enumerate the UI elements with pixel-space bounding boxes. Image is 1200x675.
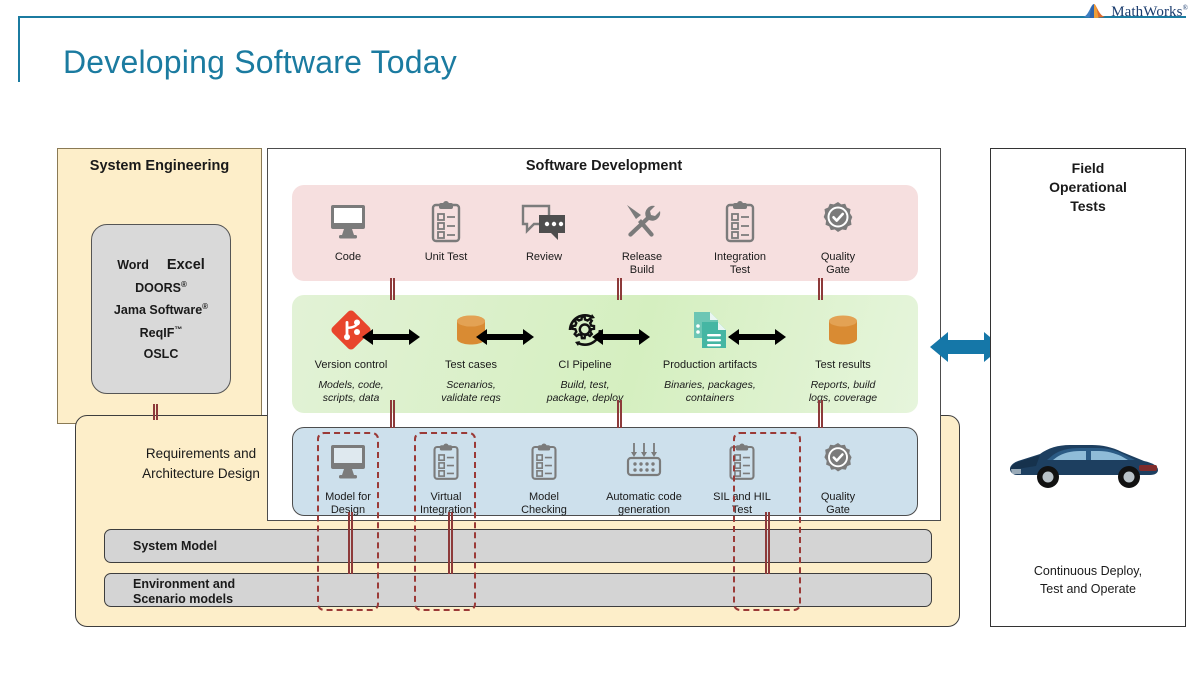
cell-sublabel: Binaries, packages, containers xyxy=(664,379,756,404)
highlight-virtual-integration xyxy=(414,432,476,611)
environment-scenario-bar: Environment and Scenario models xyxy=(104,573,932,607)
logo-trademark: ® xyxy=(1182,3,1188,12)
tool-doors: DOORS® xyxy=(135,280,187,296)
environment-scenario-label: Environment and Scenario models xyxy=(133,577,236,606)
clipboard-checklist-icon xyxy=(429,197,463,247)
field-operational-tests-footer: Continuous Deploy, Test and Operate xyxy=(1033,564,1143,596)
cell-label: Integration Test xyxy=(714,251,766,276)
cell-sublabel: Models, code, scripts, data xyxy=(318,379,384,404)
system-engineering-panel: System Engineering Word Excel DOORS® Jam… xyxy=(57,148,262,424)
mathworks-membrane-icon xyxy=(1082,2,1106,22)
system-model-label: System Model xyxy=(133,538,218,553)
cell-release-build: Release Build xyxy=(592,197,692,277)
slide: MathWorks® Developing Software Today Sys… xyxy=(0,0,1200,675)
cell-version-control: Version control Models, code, scripts, da… xyxy=(292,305,410,404)
cell-test-results: Test results Reports, build logs, coverag… xyxy=(784,305,902,404)
cell-automatic-code-generation: Automatic code generation xyxy=(586,437,702,517)
arrow-version-to-testcases xyxy=(362,327,420,347)
arrow-ci-to-artifacts xyxy=(592,327,650,347)
software-development-title: Software Development xyxy=(525,158,683,174)
speech-bubbles-icon xyxy=(521,197,567,247)
mathworks-logo: MathWorks® xyxy=(1082,2,1188,22)
cell-label: Test results xyxy=(815,359,871,371)
tool-jama: Jama Software® xyxy=(113,302,209,318)
frame-top-rule xyxy=(18,16,1186,18)
cell-label: Test cases xyxy=(445,359,497,371)
cell-quality-gate-pink: Quality Gate xyxy=(788,197,888,277)
cell-label: Unit Test xyxy=(424,251,468,263)
cell-model-checking: Model Checking xyxy=(494,437,594,517)
quality-seal-icon xyxy=(818,197,858,247)
connector-green-blue-3 xyxy=(818,400,823,428)
field-operational-tests-title: Field Operational Tests xyxy=(1049,160,1127,214)
tool-excel: Excel xyxy=(166,257,205,274)
highlight-sil-hil-test xyxy=(733,432,801,611)
tool-word: Word xyxy=(117,258,149,273)
cell-integration-test: Integration Test xyxy=(690,197,790,277)
cell-label: Release Build xyxy=(621,251,663,276)
connector-green-blue-2 xyxy=(617,400,622,428)
database-icon xyxy=(823,305,863,355)
cell-label: Production artifacts xyxy=(662,359,758,371)
cell-label: Automatic code generation xyxy=(606,491,682,516)
cell-label: Review xyxy=(525,251,563,263)
cell-label: Quality Gate xyxy=(820,491,856,516)
arrow-artifacts-to-results xyxy=(728,327,786,347)
system-model-bar: System Model xyxy=(104,529,932,563)
clipboard-checklist-icon xyxy=(529,437,559,487)
page-title: Developing Software Today xyxy=(63,44,457,80)
system-engineering-title: System Engineering xyxy=(89,158,230,174)
tool-row-1: Word Excel xyxy=(117,257,205,273)
cell-label: Quality Gate xyxy=(820,251,856,276)
connector-green-blue-1 xyxy=(390,400,395,428)
cell-ci-pipeline: CI Pipeline Build, test, package, deploy xyxy=(530,305,640,404)
cell-label: Version control xyxy=(314,359,388,371)
tools-icon xyxy=(621,197,663,247)
cell-label: Code xyxy=(334,251,362,263)
highlight-model-for-design xyxy=(317,432,379,611)
cell-code: Code xyxy=(298,197,398,264)
tool-reqif: ReqIF™ xyxy=(139,324,183,340)
documents-icon xyxy=(688,305,732,355)
monitor-icon xyxy=(328,197,368,247)
blue-sedan-car-icon xyxy=(1007,439,1171,491)
system-engineering-tool-box: Word Excel DOORS® Jama Software® ReqIF™ … xyxy=(91,224,231,394)
logo-wordmark: MathWorks xyxy=(1111,3,1183,20)
cell-production-artifacts: Production artifacts Binaries, packages,… xyxy=(644,305,776,404)
arrow-testcases-to-ci xyxy=(476,327,534,347)
cell-sublabel: Scenarios, validate reqs xyxy=(441,379,501,404)
clipboard-checklist-icon xyxy=(723,197,757,247)
cell-test-cases: Test cases Scenarios, validate reqs xyxy=(416,305,526,404)
tool-oslc: OSLC xyxy=(143,346,179,361)
field-operational-tests-panel: Field Operational Tests Continuous Deplo… xyxy=(990,148,1186,627)
quality-seal-icon xyxy=(819,437,857,487)
connector-pink-green-1 xyxy=(390,278,395,300)
connector-pink-green-3 xyxy=(818,278,823,300)
cell-label: Model Checking xyxy=(521,491,567,516)
cell-unit-test: Unit Test xyxy=(396,197,496,264)
connector-tools-to-requirements xyxy=(153,404,158,420)
cell-review: Review xyxy=(494,197,594,264)
cell-quality-gate-blue: Quality Gate xyxy=(788,437,888,517)
connector-pink-green-2 xyxy=(617,278,622,300)
frame-left-rule xyxy=(18,16,20,82)
code-generation-icon xyxy=(620,437,668,487)
cell-sublabel: Build, test, package, deploy xyxy=(546,379,624,404)
cell-label: CI Pipeline xyxy=(558,359,612,371)
